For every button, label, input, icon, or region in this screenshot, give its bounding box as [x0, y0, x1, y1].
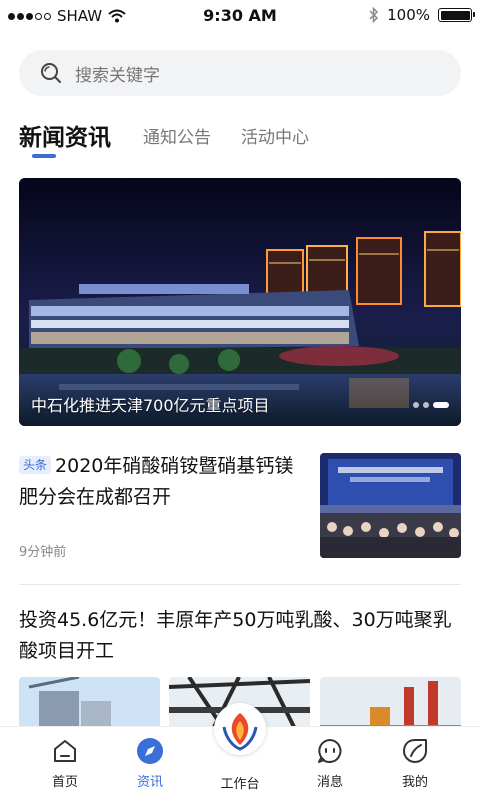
news-time: 9分钟前	[19, 545, 67, 560]
tab-events[interactable]: 活动中心	[241, 116, 309, 148]
bottom-navigation: 首页 资讯 工作台 消息 我的	[0, 703, 480, 800]
news-item-title[interactable]: 投资45.6亿元！丰原年产50万吨乳酸、30万吨聚乳酸项目开工	[19, 605, 461, 667]
status-right: 100%	[369, 6, 475, 24]
compass-icon	[137, 738, 163, 764]
tab-notices-label: 通知公告	[143, 128, 211, 148]
nav-workbench[interactable]	[214, 703, 266, 755]
divider	[19, 584, 461, 585]
nav-workbench-label: 工作台	[220, 777, 260, 792]
nav-messages[interactable]: 消息	[290, 737, 370, 790]
nav-news-label: 资讯	[136, 775, 163, 790]
search-placeholder: 搜索关键字	[75, 65, 160, 86]
news-thumbnail	[320, 453, 461, 558]
battery-level	[440, 10, 470, 20]
nav-messages-label: 消息	[316, 775, 343, 790]
news-title-text: 2020年硝酸硝铵暨硝基钙镁肥分会在成都召开	[19, 455, 294, 508]
logo-icon	[222, 713, 258, 751]
message-icon	[318, 739, 342, 763]
nav-home-label: 首页	[51, 775, 78, 790]
tab-events-label: 活动中心	[241, 128, 309, 148]
headline-badge: 头条	[19, 456, 52, 474]
active-tab-indicator	[32, 154, 56, 158]
tab-notices[interactable]: 通知公告	[143, 116, 211, 148]
news-item[interactable]: 头条 2020年硝酸硝铵暨硝基钙镁肥分会在成都召开 9分钟前	[19, 451, 461, 561]
tab-bar: 新闻资讯 通知公告 活动中心	[19, 116, 339, 166]
news-title: 头条 2020年硝酸硝铵暨硝基钙镁肥分会在成都召开	[19, 451, 299, 513]
tab-news-label: 新闻资讯	[19, 125, 111, 151]
carousel-dot-active[interactable]	[433, 402, 449, 408]
nav-profile[interactable]: 我的	[375, 737, 455, 790]
carousel-dot[interactable]	[423, 402, 429, 408]
carousel-dot[interactable]	[413, 402, 419, 408]
status-bar: SHAW 9:30 AM 100%	[0, 0, 480, 32]
home-icon	[54, 740, 76, 762]
battery-icon	[438, 8, 475, 22]
banner-carousel[interactable]: 中石化推进天津700亿元重点项目	[19, 178, 461, 426]
nav-news[interactable]: 资讯	[110, 737, 190, 790]
search-bar[interactable]: 搜索关键字	[19, 50, 461, 96]
banner-image	[19, 178, 461, 426]
carousel-indicators	[413, 402, 449, 408]
leaf-icon	[403, 739, 427, 763]
banner-caption: 中石化推进天津700亿元重点项目	[31, 396, 270, 415]
search-icon	[41, 63, 61, 83]
battery-percent: 100%	[387, 6, 430, 24]
tab-news[interactable]: 新闻资讯	[19, 116, 111, 152]
nav-home[interactable]: 首页	[25, 737, 105, 790]
bluetooth-icon	[369, 7, 379, 23]
nav-profile-label: 我的	[401, 775, 428, 790]
